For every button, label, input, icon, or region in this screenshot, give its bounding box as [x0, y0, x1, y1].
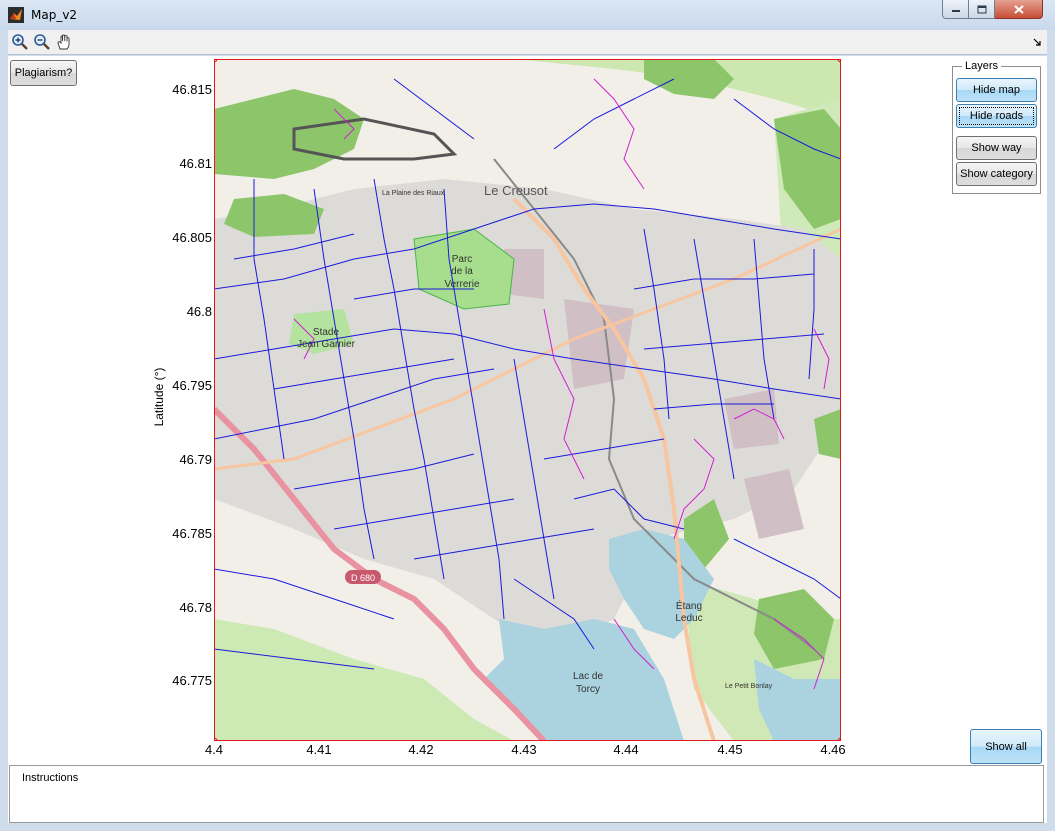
show-category-button[interactable]: Show category [956, 162, 1037, 186]
window-title: Map_v2 [31, 8, 78, 22]
label-le-creusot: Le Creusot [484, 183, 548, 198]
label-parc: Verrerie [444, 279, 479, 290]
zoom-in-icon [12, 34, 28, 50]
y-axis-label: Latitude (°) [152, 367, 166, 427]
y-tick-label: 46.805 [172, 230, 212, 245]
close-button[interactable] [995, 0, 1043, 19]
show-way-button[interactable]: Show way [956, 136, 1037, 160]
x-tick-label: 4.44 [613, 742, 639, 757]
label-parc: de la [451, 266, 473, 277]
hide-map-button[interactable]: Hide map [956, 78, 1037, 102]
map-axes[interactable]: Le Creusot Parc de la Verrerie Stade Jea… [214, 59, 841, 741]
road-shield-label: D 680 [351, 573, 375, 583]
x-tick-label: 4.42 [408, 742, 434, 757]
label-etang: Leduc [675, 613, 702, 624]
maximize-button[interactable] [969, 0, 995, 19]
title-bar: Map_v2 [0, 0, 1055, 30]
label-lac: Lac de [573, 671, 603, 682]
hide-roads-button[interactable]: Hide roads [956, 104, 1037, 128]
label-stade: Stade [313, 327, 340, 338]
plagiarism-button[interactable]: Plagiarism? [10, 60, 77, 86]
y-tick-label: 46.785 [172, 526, 212, 541]
y-tick-label: 46.79 [179, 452, 212, 467]
zoom-in-tool[interactable] [10, 32, 30, 52]
matlab-app-icon [8, 7, 24, 23]
y-tick-label: 46.81 [179, 156, 212, 171]
instructions-label: Instructions [22, 772, 79, 784]
y-tick-label: 46.775 [172, 673, 212, 688]
y-tick-label: 46.815 [172, 82, 212, 97]
label-stade: Jean Garnier [297, 339, 355, 350]
zoom-out-icon [34, 34, 50, 50]
pan-tool[interactable] [54, 32, 74, 52]
label-lac: Torcy [576, 684, 600, 695]
maximize-icon [977, 5, 986, 13]
label-riaux: La Plaine des Riaux [382, 190, 445, 197]
x-tick-label: 4.46 [820, 742, 846, 757]
layers-panel: Layers Hide map Hide roads Show way Show… [952, 60, 1041, 194]
y-tick-label: 46.8 [186, 304, 212, 319]
y-tick-label: 46.795 [172, 378, 212, 393]
x-tick-label: 4.41 [306, 742, 332, 757]
label-parc: Parc [452, 254, 473, 265]
zoom-out-tool[interactable] [32, 32, 52, 52]
instructions-box: Instructions [9, 765, 1044, 823]
label-etang: Étang [676, 599, 702, 612]
figure-toolbar [8, 30, 1047, 55]
minimize-icon [951, 10, 960, 12]
y-tick-label: 46.78 [179, 600, 212, 615]
figure-client-area: Plagiarism? 46.815 46.81 46.805 46.8 46.… [8, 56, 1047, 823]
layers-panel-title: Layers [962, 60, 1002, 72]
show-all-button[interactable]: Show all [970, 729, 1042, 764]
hand-pan-icon [57, 34, 70, 50]
x-tick-label: 4.43 [511, 742, 537, 757]
close-icon [1013, 4, 1024, 14]
label-le-petit-bonlay: Le Petit Bonlay [725, 683, 773, 690]
x-tick-label: 4.4 [204, 742, 224, 757]
x-tick-label: 4.45 [717, 742, 743, 757]
toolbar-dock-icon[interactable] [1033, 38, 1041, 46]
minimize-button[interactable] [942, 0, 969, 19]
